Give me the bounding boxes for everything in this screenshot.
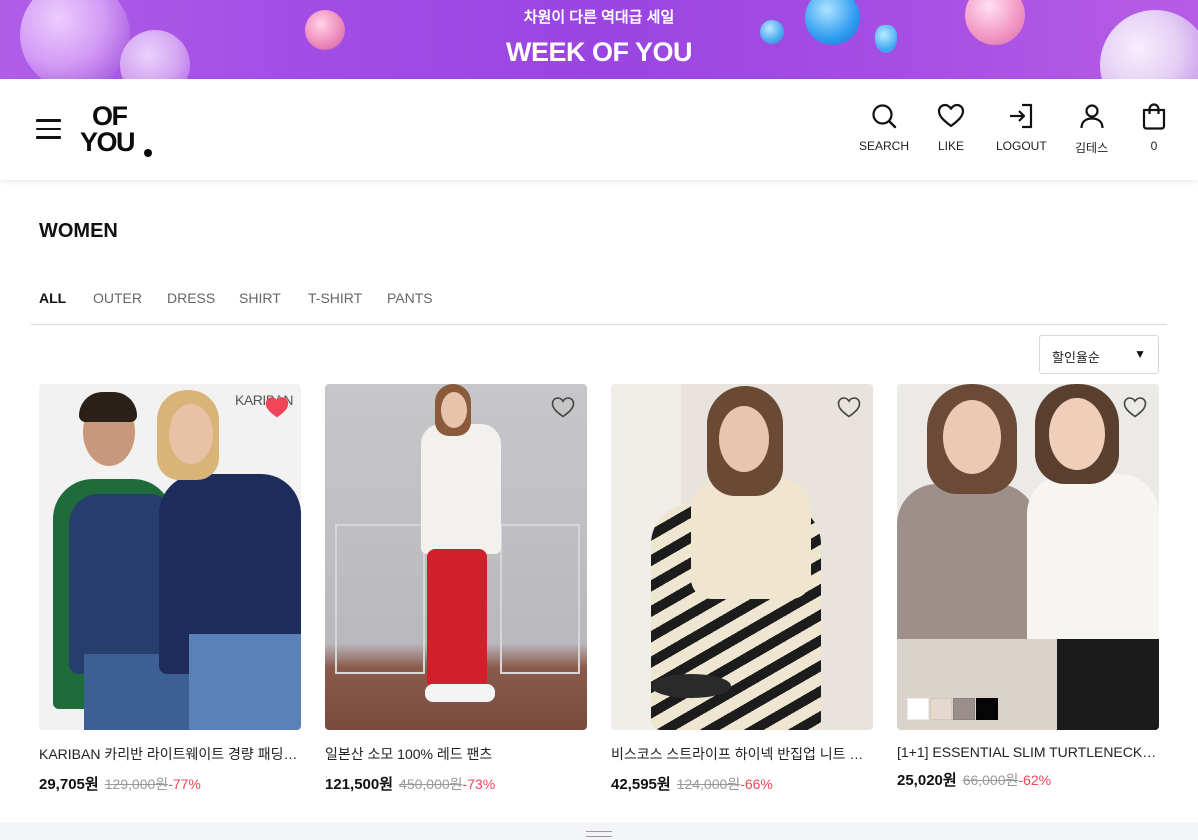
heart-icon (937, 103, 965, 128)
sale-price: 25,020원 (897, 772, 957, 789)
hamburger-menu-icon[interactable] (36, 119, 61, 139)
category-tabs: ALL OUTER DRESS SHIRT T-SHIRT PANTS (31, 280, 1167, 325)
shopping-bag-icon (1142, 103, 1166, 130)
nav-cart[interactable]: 0 (1140, 102, 1168, 153)
sort-dropdown[interactable]: 할인율순 ▼ (1039, 335, 1159, 374)
discount-rate: -62% (1018, 772, 1052, 788)
nav-user-label: 김테스 (1075, 141, 1109, 155)
site-logo[interactable]: OF YOU (80, 101, 160, 159)
figure-turtleneck-white (1027, 474, 1159, 654)
promo-banner[interactable]: 차원이 다른 역대급 세일 WEEK OF YOU (0, 0, 1198, 79)
original-price: 124,000원 (676, 776, 741, 792)
wall-panel (500, 524, 580, 674)
product-image[interactable] (897, 384, 1159, 730)
swatch-black[interactable] (976, 698, 998, 720)
original-price: 450,000원 (399, 776, 463, 792)
product-card[interactable]: KARIBAN KARIBAN 카리반 라이트웨이트 경량 패딩 조끼 29,7… (39, 384, 301, 794)
original-price: 129,000원 (104, 776, 169, 792)
product-image[interactable] (325, 384, 587, 730)
figure-shoes (425, 684, 495, 702)
nav-like-label: LIKE (937, 139, 964, 153)
wall-panel (335, 524, 425, 674)
product-image[interactable]: KARIBAN (39, 384, 301, 730)
product-card[interactable]: 비스코스 스트라이프 하이넥 반집업 니트 원피스 42,595원 124,000… (611, 384, 873, 794)
price-row: 29,705원 129,000원-77% (39, 773, 301, 794)
tab-outer[interactable]: OUTER (93, 290, 142, 306)
figure-head (719, 406, 769, 472)
figure-skirt-black (1057, 639, 1159, 730)
nav-user[interactable]: 김테스 (1075, 102, 1108, 156)
heart-outline-icon[interactable] (837, 396, 861, 418)
cart-count: 0 (1150, 139, 1158, 153)
swatch-beige[interactable] (930, 698, 952, 720)
product-name[interactable]: KARIBAN 카리반 라이트웨이트 경량 패딩 조끼 (39, 744, 301, 764)
price-row: 121,500원 450,000원-73% (325, 773, 587, 794)
tab-t-shirt[interactable]: T-SHIRT (308, 290, 362, 306)
color-swatches (907, 698, 998, 720)
search-icon (872, 104, 897, 129)
product-name[interactable]: 비스코스 스트라이프 하이넥 반집업 니트 원피스 (611, 744, 873, 764)
heart-outline-icon[interactable] (551, 396, 575, 418)
stool-seat (651, 674, 731, 698)
figure-pants (427, 549, 487, 689)
logo-dot (144, 149, 152, 157)
tab-all[interactable]: ALL (39, 290, 66, 306)
sale-price: 42,595원 (611, 776, 671, 793)
logo-line-2: YOU (80, 127, 136, 157)
user-icon (1079, 104, 1104, 129)
tab-dress[interactable]: DRESS (167, 290, 215, 306)
tab-shirt[interactable]: SHIRT (239, 290, 281, 306)
price-row: 25,020원 66,000원-62% (897, 769, 1159, 790)
figure-turtleneck-taupe (897, 484, 1037, 654)
nav-logout[interactable]: LOGOUT (996, 102, 1047, 153)
figure-shirt (421, 424, 501, 554)
swatch-white[interactable] (907, 698, 929, 720)
drag-handle-icon[interactable] (586, 831, 612, 837)
sale-price: 29,705원 (39, 776, 99, 793)
heart-outline-icon[interactable] (1123, 396, 1147, 418)
product-name[interactable]: [1+1] ESSENTIAL SLIM TURTLENECK_4 COLOR (897, 744, 1159, 760)
liked-heart-icon[interactable] (265, 396, 289, 418)
product-card[interactable]: [1+1] ESSENTIAL SLIM TURTLENECK_4 COLOR … (897, 384, 1159, 790)
nav-search-label: SEARCH (859, 139, 910, 153)
sale-price: 121,500원 (325, 776, 394, 793)
figure-knit (691, 479, 811, 599)
swatch-taupe[interactable] (953, 698, 975, 720)
figure-head (441, 392, 467, 428)
product-card[interactable]: 일본산 소모 100% 레드 팬츠 121,500원 450,000원-73% (325, 384, 587, 794)
logout-icon (1010, 103, 1033, 129)
original-price: 66,000원 (962, 772, 1019, 788)
bottom-drawer (0, 822, 1198, 840)
figure-jeans (189, 634, 301, 730)
discount-rate: -66% (740, 776, 773, 792)
figure-head (169, 404, 213, 464)
figure-hair (79, 392, 137, 422)
logo-line-1: OF (92, 101, 128, 131)
banner-title: WEEK OF YOU (505, 37, 693, 67)
figure-head (943, 400, 1001, 474)
tab-pants[interactable]: PANTS (387, 290, 433, 306)
product-name[interactable]: 일본산 소모 100% 레드 팬츠 (325, 744, 587, 764)
discount-rate: -73% (462, 776, 496, 792)
nav-like[interactable]: LIKE (937, 102, 965, 153)
figure-head (1049, 398, 1105, 470)
discount-rate: -77% (168, 776, 201, 792)
nav-search[interactable]: SEARCH (859, 102, 909, 153)
product-image[interactable] (611, 384, 873, 730)
sort-selected: 할인율순 (1052, 350, 1100, 365)
caret-down-icon: ▼ (1134, 347, 1146, 361)
site-header: OF YOU SEARCH LIKE LOGOUT 김테스 0 (0, 79, 1198, 180)
nav-logout-label: LOGOUT (996, 139, 1047, 153)
price-row: 42,595원 124,000원-66% (611, 773, 873, 794)
banner-subtitle: 차원이 다른 역대급 세일 (523, 9, 675, 26)
page-title: WOMEN (39, 220, 118, 242)
